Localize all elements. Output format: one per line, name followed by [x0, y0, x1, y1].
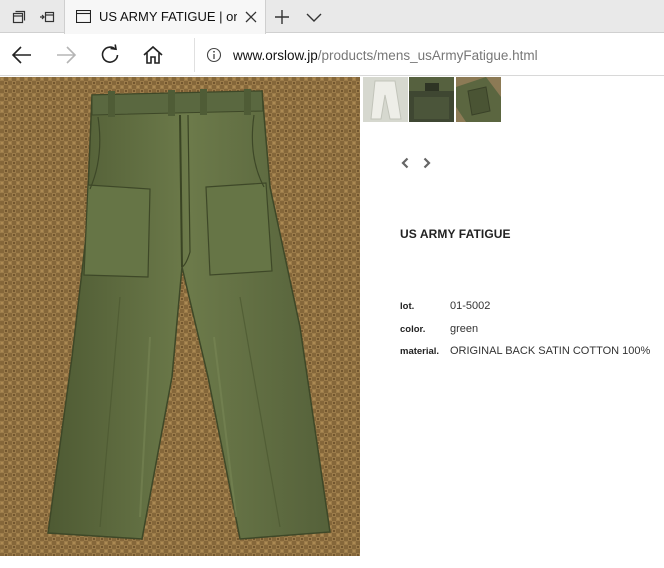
product-thumbnail-2[interactable] — [409, 77, 454, 122]
close-tab-icon[interactable] — [244, 10, 258, 24]
chevron-left-icon[interactable] — [398, 155, 412, 171]
product-thumbnail-3[interactable] — [456, 77, 501, 122]
info-icon[interactable] — [206, 47, 222, 68]
spec-label: lot. — [400, 301, 415, 312]
address-bar[interactable]: www.orslow.jp/products/mens_usArmyFatigu… — [194, 38, 664, 72]
url-host: www.orslow.jp — [233, 48, 318, 63]
spec-label: material. — [400, 346, 440, 357]
product-title: US ARMY FATIGUE — [400, 227, 511, 241]
home-icon[interactable] — [139, 42, 167, 68]
tab-strip: US ARMY FATIGUE | orS — [0, 0, 664, 34]
carousel-controls — [398, 155, 438, 171]
chevron-down-icon[interactable] — [305, 9, 323, 25]
tab-title: US ARMY FATIGUE | orS — [99, 9, 237, 24]
navigation-bar: www.orslow.jp/products/mens_usArmyFatigu… — [0, 34, 664, 76]
forward-arrow-icon[interactable] — [52, 42, 80, 68]
spec-value: 01-5002 — [450, 300, 491, 312]
product-main-image[interactable] — [0, 77, 360, 556]
url-text[interactable]: www.orslow.jp/products/mens_usArmyFatigu… — [233, 48, 538, 63]
back-arrow-icon[interactable] — [8, 42, 36, 68]
page-favicon-icon — [75, 9, 92, 28]
refresh-icon[interactable] — [96, 42, 124, 68]
spec-value: ORIGINAL BACK SATIN COTTON 100% — [450, 345, 651, 357]
web-page: US ARMY FATIGUE lot. 01-5002 color. gree… — [0, 77, 664, 568]
spec-label: color. — [400, 324, 426, 335]
spec-value: green — [450, 323, 479, 335]
new-tab-icon[interactable] — [273, 8, 291, 26]
product-thumbnail-1[interactable] — [363, 77, 408, 122]
active-tab[interactable]: US ARMY FATIGUE | orS — [64, 0, 266, 34]
tab-manager-icon[interactable] — [4, 4, 32, 30]
set-tabs-aside-icon[interactable] — [33, 4, 61, 30]
chevron-right-icon[interactable] — [420, 155, 434, 171]
url-path: /products/mens_usArmyFatigue.html — [317, 48, 538, 63]
